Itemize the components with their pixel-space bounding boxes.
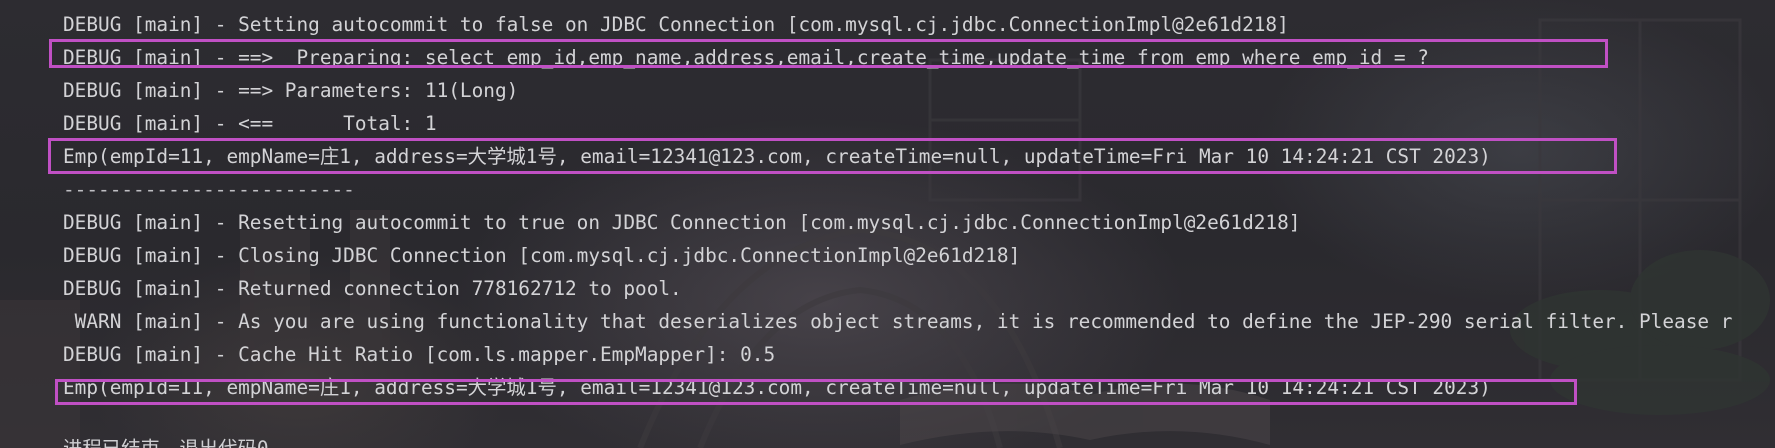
log-line-emp-result-cached: Emp(empId=11, empName=庄1, address=大学城1号,… <box>63 376 1491 399</box>
log-line-sql-preparing: DEBUG [main] - ==> Preparing: select emp… <box>63 46 1429 69</box>
run-console-output[interactable]: DEBUG [main] - Setting autocommit to fal… <box>0 0 1775 448</box>
log-line-warn-jep290: WARN [main] - As you are using functiona… <box>63 310 1733 333</box>
log-line-separator: ------------------------- <box>63 178 355 201</box>
log-line-autocommit-false: DEBUG [main] - Setting autocommit to fal… <box>63 13 1289 36</box>
log-line-sql-parameters: DEBUG [main] - ==> Parameters: 11(Long) <box>63 79 519 102</box>
log-line-cache-hit-ratio: DEBUG [main] - Cache Hit Ratio [com.ls.m… <box>63 343 776 366</box>
log-line-process-exit: 进程已结束，退出代码0 <box>63 432 269 448</box>
log-line-sql-total: DEBUG [main] - <== Total: 1 <box>63 112 437 135</box>
log-line-emp-result-first: Emp(empId=11, empName=庄1, address=大学城1号,… <box>63 145 1491 168</box>
log-line-autocommit-true: DEBUG [main] - Resetting autocommit to t… <box>63 211 1301 234</box>
log-line-returned-connection: DEBUG [main] - Returned connection 77816… <box>63 277 682 300</box>
log-line-closing-connection: DEBUG [main] - Closing JDBC Connection [… <box>63 244 1021 267</box>
